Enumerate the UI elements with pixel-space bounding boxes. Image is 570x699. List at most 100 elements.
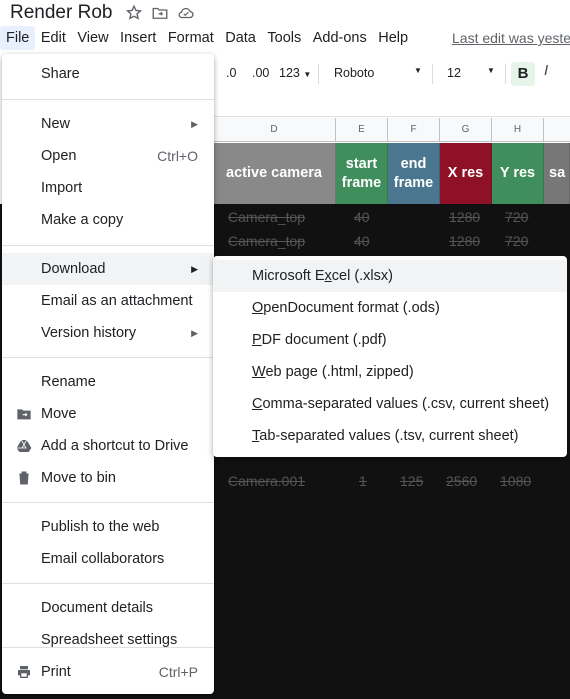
menu-item-open-label: Open — [41, 148, 77, 164]
toolbar-divider — [432, 64, 433, 84]
document-title[interactable]: Render Rob — [10, 2, 112, 24]
menu-addons[interactable]: Add-ons — [307, 26, 373, 50]
download-submenu: Microsoft Excel (.xlsx) OpenDocument for… — [213, 256, 567, 457]
cell-g-row2[interactable]: 1280 — [449, 233, 480, 249]
download-option-label: OpenDocument format (.ods) — [252, 300, 440, 316]
menu-item-document-details[interactable]: Document details — [2, 592, 214, 624]
menu-divider — [2, 99, 214, 100]
drive-shortcut-icon — [16, 438, 32, 454]
menu-item-import[interactable]: Import — [2, 172, 214, 204]
printer-icon — [16, 664, 32, 680]
cell-d-row3[interactable]: Camera.001 — [228, 473, 305, 489]
menu-item-version-history[interactable]: Version history ▶ — [2, 317, 214, 349]
menu-data[interactable]: Data — [219, 26, 262, 50]
menu-item-email-attachment[interactable]: Email as an attachment — [2, 285, 214, 317]
menu-item-move-to-bin[interactable]: Move to bin — [2, 462, 214, 494]
menu-file[interactable]: File — [0, 26, 36, 50]
italic-button[interactable]: I — [544, 62, 548, 79]
header-cell-start-frame[interactable]: start frame — [336, 143, 388, 204]
submenu-arrow-icon: ▶ — [191, 327, 198, 338]
menu-item-open[interactable]: Open Ctrl+O — [2, 140, 214, 172]
menu-item-rename[interactable]: Rename — [2, 366, 214, 398]
menu-help[interactable]: Help — [372, 26, 414, 50]
menu-item-print[interactable]: Print Ctrl+P — [2, 656, 214, 688]
menu-item-email-collaborators[interactable]: Email collaborators — [2, 543, 214, 575]
cloud-status-icon[interactable] — [177, 4, 195, 27]
shortcut-label: Ctrl+O — [157, 148, 198, 164]
cell-e-row2[interactable]: 40 — [354, 233, 370, 249]
cell-e-row1[interactable]: 40 — [354, 209, 370, 225]
move-folder-icon — [16, 406, 32, 422]
menu-item-add-shortcut[interactable]: Add a shortcut to Drive — [2, 430, 214, 462]
more-formats-button[interactable]: 123 ▼ — [279, 66, 311, 80]
cell-d-row2[interactable]: Camera_top — [228, 233, 305, 249]
increase-decimal-button[interactable]: .00 — [252, 66, 269, 80]
formula-bar[interactable] — [213, 96, 570, 117]
menu-divider — [2, 583, 214, 584]
menu-item-new[interactable]: New ▶ — [2, 108, 214, 140]
label-suffix: eb page (.html, zipped) — [265, 364, 414, 380]
bold-button[interactable]: B — [511, 62, 535, 86]
menu-format[interactable]: Format — [162, 26, 220, 50]
column-header-d[interactable]: D — [213, 118, 336, 142]
download-option-pdf[interactable]: PDF document (.pdf) — [213, 324, 567, 356]
label-suffix: ab-separated values (.tsv, current sheet… — [259, 428, 519, 444]
header-cell-end-frame[interactable]: end frame — [388, 143, 440, 204]
download-option-html[interactable]: Web page (.html, zipped) — [213, 356, 567, 388]
menu-item-download-label: Download — [41, 261, 106, 277]
label-prefix: Microsoft E — [252, 268, 325, 284]
menu-item-publish[interactable]: Publish to the web — [2, 511, 214, 543]
star-icon[interactable] — [125, 4, 143, 27]
column-header-h[interactable]: H — [492, 118, 544, 142]
download-option-csv[interactable]: Comma-separated values (.csv, current sh… — [213, 388, 567, 420]
menu-tools[interactable]: Tools — [261, 26, 307, 50]
title-icons — [125, 4, 195, 27]
cell-d-row1[interactable]: Camera_top — [228, 209, 305, 225]
menu-item-publish-label: Publish to the web — [41, 519, 160, 535]
menu-divider — [2, 502, 214, 503]
menu-insert[interactable]: Insert — [114, 26, 162, 50]
header-cell-x-res[interactable]: X res — [440, 143, 492, 204]
menu-item-move[interactable]: Move — [2, 398, 214, 430]
menu-view[interactable]: View — [71, 26, 114, 50]
cell-f-row3[interactable]: 125 — [400, 473, 423, 489]
menu-item-new-label: New — [41, 116, 71, 132]
header-cell-y-res[interactable]: Y res — [492, 143, 544, 204]
column-header-e[interactable]: E — [336, 118, 388, 142]
trash-icon — [16, 470, 32, 486]
column-header-g[interactable]: G — [440, 118, 492, 142]
download-option-xlsx[interactable]: Microsoft Excel (.xlsx) — [213, 260, 567, 292]
download-option-tsv[interactable]: Tab-separated values (.tsv, current shee… — [213, 420, 567, 452]
toolbar-divider — [505, 64, 506, 84]
menu-edit[interactable]: Edit — [35, 26, 72, 50]
column-header-i[interactable] — [544, 118, 570, 142]
font-size-select[interactable]: 12 ▼ — [447, 66, 499, 80]
menu-item-make-copy[interactable]: Make a copy — [2, 204, 214, 236]
label-suffix: DF document (.pdf) — [261, 332, 387, 348]
menu-item-download[interactable]: Download ▶ — [2, 253, 214, 285]
column-header-f[interactable]: F — [388, 118, 440, 142]
menu-item-email-attachment-label: Email as an attachment — [41, 293, 193, 309]
menu-item-move-label: Move — [41, 406, 77, 422]
menu-item-make-copy-label: Make a copy — [41, 212, 124, 228]
download-option-ods[interactable]: OpenDocument format (.ods) — [213, 292, 567, 324]
menu-item-share[interactable]: Share — [2, 58, 214, 90]
submenu-arrow-icon: ▶ — [191, 263, 198, 274]
header-cell-partial[interactable]: sa — [544, 143, 570, 204]
move-folder-icon[interactable] — [151, 4, 169, 27]
cell-e-row3[interactable]: 1 — [359, 473, 367, 489]
last-edit-link[interactable]: Last edit was yeste — [452, 30, 570, 46]
menu-item-spreadsheet-settings[interactable]: Spreadsheet settings — [2, 624, 214, 656]
cell-h-row2[interactable]: 720 — [505, 233, 528, 249]
font-family-select[interactable]: Roboto ▼ — [334, 66, 424, 80]
cell-g-row3[interactable]: 2560 — [446, 473, 477, 489]
mnemonic-letter: P — [252, 332, 262, 348]
decrease-decimal-button[interactable]: .0 — [226, 66, 236, 80]
menu-bar: File Edit View Insert Format Data Tools … — [0, 26, 414, 50]
mnemonic-letter: O — [252, 300, 264, 316]
cell-h-row3[interactable]: 1080 — [500, 473, 531, 489]
cell-h-row1[interactable]: 720 — [505, 209, 528, 225]
cell-g-row1[interactable]: 1280 — [449, 209, 480, 225]
menu-item-move-to-bin-label: Move to bin — [41, 470, 116, 486]
header-cell-active-camera[interactable]: active camera — [213, 143, 336, 204]
